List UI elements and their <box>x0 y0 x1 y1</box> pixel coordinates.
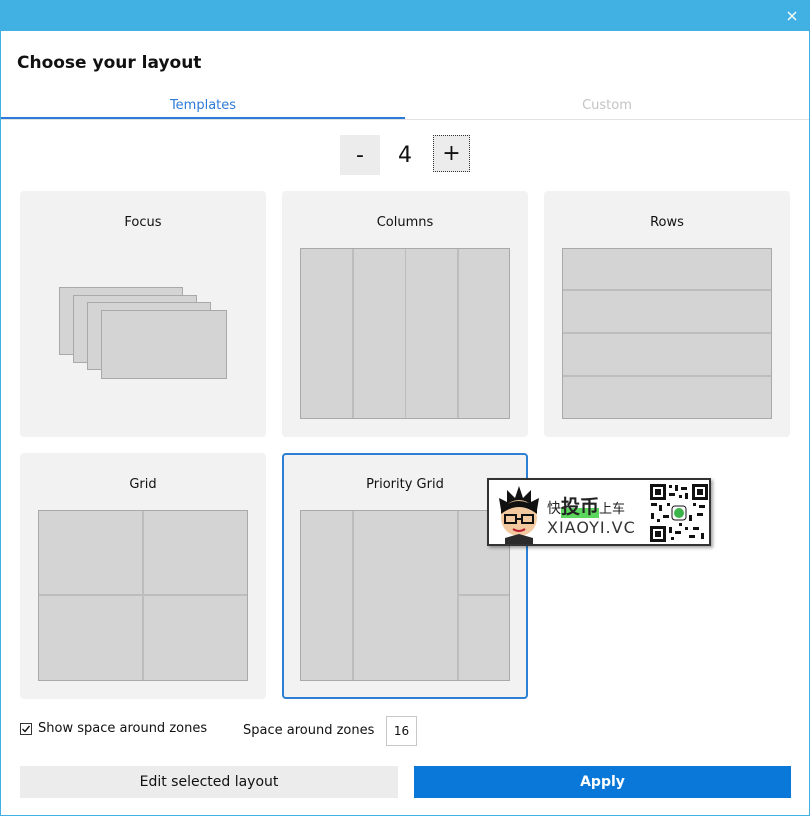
layout-card-title: Grid <box>129 477 157 492</box>
close-icon <box>787 11 797 21</box>
layout-card-title: Focus <box>124 215 162 230</box>
zone <box>563 249 771 289</box>
watermark-line-2: XIAOYI.VC <box>547 518 636 537</box>
zone <box>144 596 247 680</box>
title-bar[interactable] <box>1 1 809 31</box>
zone <box>563 377 771 418</box>
zone <box>39 511 142 594</box>
show-space-checkbox[interactable] <box>20 722 32 735</box>
qr-code-icon <box>649 483 709 543</box>
watermark-char-kuai: 快 <box>547 501 561 517</box>
zone-preview <box>300 510 510 681</box>
zone <box>39 596 142 680</box>
zone <box>301 249 352 418</box>
zone <box>563 334 771 375</box>
watermark-text-shangche: 上车 <box>599 502 626 517</box>
zone <box>563 291 771 332</box>
zone <box>301 511 352 680</box>
space-around-zones-input[interactable] <box>386 716 417 746</box>
space-around-zones-label: Space around zones <box>243 723 375 738</box>
page-title: Choose your layout <box>17 53 202 73</box>
zone <box>406 249 457 418</box>
zone-count-value: 4 <box>398 142 412 168</box>
close-button[interactable] <box>781 5 803 27</box>
zone <box>354 511 457 680</box>
decrease-zones-button[interactable]: - <box>340 135 380 175</box>
avatar-icon <box>499 486 539 544</box>
zone <box>354 249 405 418</box>
apply-button[interactable]: Apply <box>414 766 791 798</box>
show-space-label: Show space around zones <box>38 721 208 736</box>
tab-bar: Templates Custom <box>1 95 809 120</box>
show-space-option[interactable]: Show space around zones <box>20 721 207 736</box>
watermark-badge: 快投币上车 XIAOYI.VC <box>487 478 711 546</box>
watermark-line-1: 快投币上车 <box>547 492 625 519</box>
layout-card-columns[interactable]: Columns <box>282 191 528 437</box>
zone-preview <box>562 248 772 419</box>
edit-selected-layout-button[interactable]: Edit selected layout <box>20 766 398 798</box>
zone <box>459 249 509 418</box>
layout-card-rows[interactable]: Rows <box>544 191 790 437</box>
increase-zones-button[interactable]: + <box>433 135 470 172</box>
zone-preview <box>300 248 510 419</box>
checkmark-icon <box>22 725 31 733</box>
watermark-text-toubi: 投币 <box>561 496 600 518</box>
zone <box>144 511 247 594</box>
zone-preview <box>38 510 248 681</box>
zone <box>459 596 509 680</box>
layout-card-focus[interactable]: Focus <box>20 191 266 437</box>
tab-templates[interactable]: Templates <box>1 95 405 119</box>
layout-card-grid[interactable]: Grid <box>20 453 266 699</box>
focus-zone-4 <box>101 310 227 379</box>
layout-card-title: Rows <box>650 215 684 230</box>
tab-custom[interactable]: Custom <box>405 95 809 117</box>
layout-editor-window: Choose your layout Templates Custom - 4 … <box>0 0 810 816</box>
layout-card-title: Columns <box>376 215 434 230</box>
